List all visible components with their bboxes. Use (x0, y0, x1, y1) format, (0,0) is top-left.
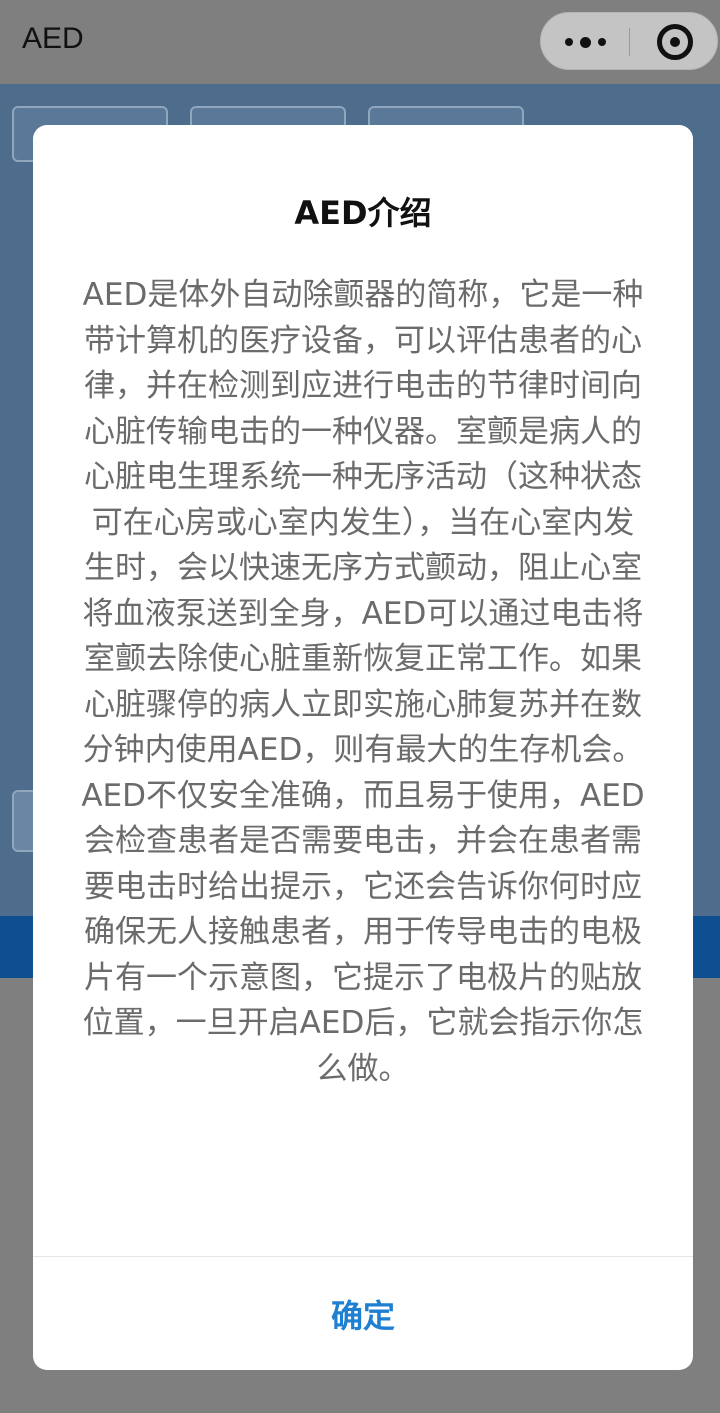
more-dots-icon[interactable] (541, 13, 629, 71)
dialog-footer: 确定 (33, 1256, 693, 1370)
dialog-title: AED介绍 (294, 194, 432, 232)
dialog-paragraph: AED是体外自动除颤器的简称，它是一种带计算机的医疗设备，可以评估患者的心律，并… (82, 277, 644, 768)
aed-intro-dialog: AED介绍 AED是体外自动除颤器的简称，它是一种带计算机的医疗设备，可以评估患… (33, 125, 693, 1370)
close-target-icon[interactable] (657, 24, 693, 60)
navigation-bar: AED (0, 0, 720, 84)
dialog-content: AED是体外自动除颤器的简称，它是一种带计算机的医疗设备，可以评估患者的心律，并… (79, 273, 647, 1092)
page-title: AED (22, 22, 84, 55)
capsule-divider (629, 28, 630, 56)
mini-program-capsule (540, 12, 718, 70)
dialog-paragraph: AED不仅安全准确，而且易于使用，AED会检查患者是否需要电击，并会在患者需要电… (81, 777, 645, 1087)
confirm-button[interactable]: 确定 (33, 1257, 693, 1371)
